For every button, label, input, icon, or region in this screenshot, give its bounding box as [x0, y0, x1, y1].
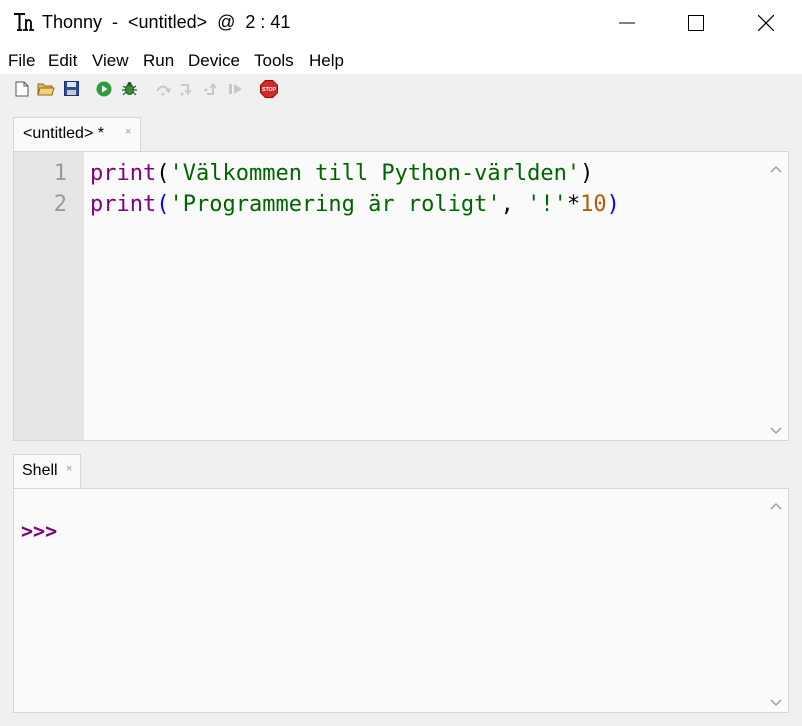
editor-scrollbar[interactable]	[764, 152, 788, 440]
number-literal: 10	[580, 192, 607, 217]
code-line[interactable]: print('Välkommen till Python-världen')	[90, 161, 593, 186]
thonny-logo-icon	[12, 10, 36, 34]
tab-close-icon[interactable]: ×	[125, 126, 131, 138]
operator: *	[566, 192, 581, 217]
run-icon	[96, 81, 112, 102]
step-out-button[interactable]	[203, 82, 221, 100]
string-literal: 'Programmering är roligt'	[169, 192, 501, 217]
title-bar: Thonny - <untitled> @ 2 : 41	[0, 0, 802, 46]
step-into-button[interactable]	[178, 82, 196, 100]
close-icon	[758, 15, 774, 31]
tab-close-icon[interactable]: ×	[66, 463, 72, 475]
line-number: 1	[53, 161, 67, 186]
menu-edit[interactable]: Edit	[48, 51, 77, 71]
open-file-button[interactable]	[37, 82, 55, 100]
step-into-icon	[179, 82, 195, 101]
menu-file[interactable]: File	[8, 51, 35, 71]
save-icon	[63, 81, 79, 101]
paren-open: (	[156, 161, 170, 186]
paren-open: (	[156, 192, 170, 217]
shell-panel[interactable]: >>>	[13, 488, 789, 713]
menu-help[interactable]: Help	[309, 51, 344, 71]
maximize-icon	[688, 15, 704, 31]
tab-untitled[interactable]: <untitled> * ×	[13, 117, 141, 152]
step-out-icon	[204, 82, 220, 101]
save-button[interactable]	[62, 81, 80, 101]
stop-button[interactable]: STOP	[260, 79, 278, 103]
resume-button[interactable]	[227, 82, 245, 100]
resume-icon	[228, 82, 244, 101]
new-file-button[interactable]	[13, 81, 31, 102]
debug-button[interactable]	[120, 82, 138, 100]
code-line[interactable]: print('Programmering är roligt', '!'*10)	[90, 192, 620, 217]
shell-prompt: >>>	[21, 519, 58, 543]
menu-bar: File Edit View Run Device Tools Help	[0, 46, 802, 74]
menu-tools[interactable]: Tools	[254, 51, 294, 71]
string-literal: '!'	[527, 192, 567, 217]
scroll-up-icon[interactable]	[769, 498, 783, 510]
open-folder-icon	[37, 81, 55, 102]
debug-icon	[121, 80, 138, 102]
step-over-icon	[155, 82, 171, 101]
paren-close: )	[580, 161, 594, 186]
string-literal: 'Välkommen till Python-världen'	[169, 161, 581, 186]
minimize-icon	[619, 15, 635, 31]
keyword-print: print	[90, 161, 157, 186]
maximize-button[interactable]	[661, 0, 731, 46]
scroll-down-icon[interactable]	[769, 423, 783, 435]
step-over-button[interactable]	[154, 82, 172, 100]
menu-run[interactable]: Run	[143, 51, 174, 71]
stop-label: STOP	[262, 87, 277, 93]
line-number-gutter: 1 2	[14, 152, 84, 440]
menu-device[interactable]: Device	[188, 51, 240, 71]
scroll-down-icon[interactable]	[769, 695, 783, 707]
new-file-icon	[15, 81, 29, 102]
stop-icon: STOP	[260, 79, 278, 103]
keyword-print: print	[90, 192, 157, 217]
line-number: 2	[53, 192, 67, 217]
paren-close: )	[606, 192, 620, 217]
shell-scrollbar[interactable]	[764, 489, 788, 712]
close-button[interactable]	[731, 0, 801, 46]
minimize-button[interactable]	[592, 0, 662, 46]
code-editor[interactable]: 1 2 print('Välkommen till Python-världen…	[13, 151, 789, 441]
scroll-up-icon[interactable]	[769, 161, 783, 173]
tab-shell[interactable]: Shell ×	[13, 454, 81, 489]
run-button[interactable]	[95, 81, 113, 102]
menu-view[interactable]: View	[92, 51, 129, 71]
tab-label: Shell	[22, 462, 58, 479]
window-title: Thonny - <untitled> @ 2 : 41	[42, 12, 291, 32]
tab-label: <untitled> *	[23, 125, 104, 142]
comma: ,	[500, 192, 528, 217]
